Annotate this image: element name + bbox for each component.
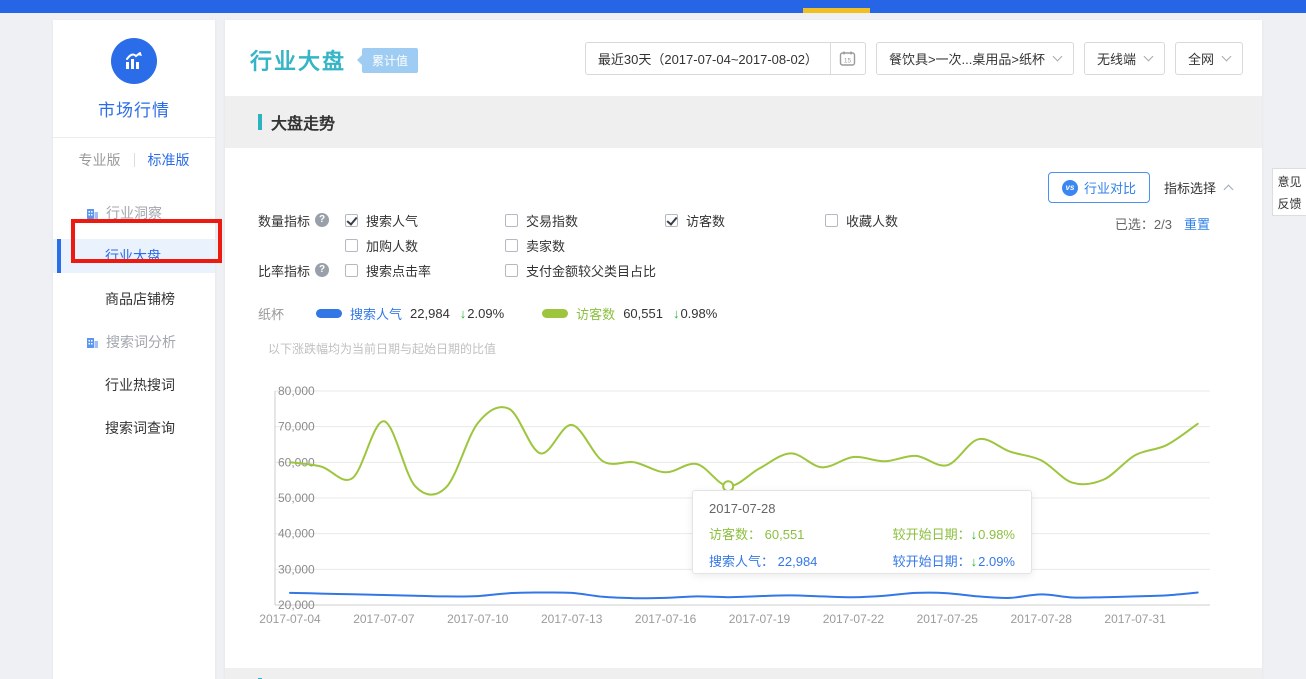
- market-chart-icon: [111, 38, 157, 84]
- svg-text:2017-07-16: 2017-07-16: [635, 612, 697, 626]
- down-arrow-icon: ↓: [460, 306, 467, 321]
- section-title-trend: 大盘走势: [271, 110, 335, 134]
- section-accent-bar: [258, 114, 262, 130]
- brand: 市场行情: [53, 20, 215, 137]
- section-title-subindustry: 子行业商品排行: [271, 674, 383, 679]
- quantity-metrics-label: 数量指标 ?: [258, 212, 345, 228]
- main-content: 行业大盘 累计值 最近30天（2017-07-04~2017-08-02） 15…: [225, 20, 1262, 679]
- checkbox[interactable]: [825, 214, 838, 227]
- legend-swatch: [316, 309, 342, 318]
- chevron-down-icon: [1222, 52, 1232, 62]
- metric-checkbox-sellers[interactable]: 卖家数: [505, 237, 665, 253]
- ratio-metrics-label: 比率指标 ?: [258, 262, 345, 278]
- chart-note: 以下涨跌幅均为当前日期与起始日期的比值: [268, 340, 496, 357]
- scope-dropdown[interactable]: 全网: [1175, 42, 1243, 75]
- sidebar: 市场行情 专业版 标准版 行业洞察 行业大盘 商品店铺榜 搜索词分析 行业热搜词…: [53, 20, 215, 679]
- svg-text:2017-07-22: 2017-07-22: [823, 612, 885, 626]
- page-title: 行业大盘: [250, 44, 346, 76]
- divider: [134, 153, 135, 167]
- metric-checkbox-search-popularity[interactable]: 搜索人气: [345, 212, 505, 228]
- svg-text:2017-07-19: 2017-07-19: [729, 612, 791, 626]
- sidebar-item-hot-search-words[interactable]: 行业热搜词: [53, 368, 215, 402]
- building-icon: [86, 336, 99, 349]
- metric-checkbox-grid: 数量指标 ? 搜索人气 交易指数 访客数 收藏人数 加购人数: [258, 212, 995, 278]
- metric-select-toggle[interactable]: 指标选择: [1164, 178, 1232, 197]
- sidebar-item-product-shop-rank[interactable]: 商品店铺榜: [53, 282, 215, 316]
- checkbox[interactable]: [345, 264, 358, 277]
- feedback-button[interactable]: 意见反馈: [1272, 168, 1306, 216]
- tooltip-date: 2017-07-28: [709, 501, 1015, 516]
- building-icon: [86, 207, 99, 220]
- trend-chart-panel: vs 行业对比 指标选择 数量指标 ? 搜索人气 交易指数: [225, 148, 1262, 668]
- svg-text:2017-07-28: 2017-07-28: [1011, 612, 1073, 626]
- selected-count: 已选：2/3: [1115, 214, 1172, 233]
- svg-text:2017-07-10: 2017-07-10: [447, 612, 509, 626]
- tab-standard-version[interactable]: 标准版: [148, 150, 190, 170]
- tab-pro-version[interactable]: 专业版: [79, 150, 121, 170]
- down-arrow-icon: ↓: [971, 527, 978, 542]
- down-arrow-icon: ↓: [673, 306, 680, 321]
- top-nav-bar: [0, 0, 1306, 13]
- sidebar-item-industry-market[interactable]: 行业大盘: [53, 239, 215, 273]
- date-range-picker[interactable]: 最近30天（2017-07-04~2017-08-02） 15: [585, 42, 866, 75]
- checkbox[interactable]: [505, 239, 518, 252]
- section-header-band: 大盘走势: [225, 96, 1262, 148]
- help-icon[interactable]: ?: [315, 213, 329, 227]
- checkbox[interactable]: [345, 239, 358, 252]
- svg-text:80,000: 80,000: [278, 384, 315, 398]
- sidebar-menu: 行业洞察 行业大盘 商品店铺榜 搜索词分析 行业热搜词 搜索词查询: [53, 182, 215, 445]
- app-title: 市场行情: [53, 96, 215, 121]
- metric-checkbox-visitors[interactable]: 访客数: [665, 212, 825, 228]
- legend-category: 纸杯: [258, 304, 284, 323]
- chart-legend: 纸杯 搜索人气 22,984 ↓ 2.09% 访客数 60,551 ↓ 0.98…: [258, 304, 755, 323]
- checkbox[interactable]: [665, 214, 678, 227]
- svg-text:20,000: 20,000: [278, 598, 315, 612]
- chevron-down-icon: [1053, 52, 1063, 62]
- chart-tooltip: 2017-07-28 访客数： 60,551 较开始日期：↓0.98% 搜索人气…: [692, 490, 1032, 574]
- checkbox[interactable]: [505, 214, 518, 227]
- menu-group-industry-insight: 行业洞察: [53, 196, 215, 230]
- svg-text:70,000: 70,000: [278, 420, 315, 434]
- svg-text:2017-07-07: 2017-07-07: [353, 612, 415, 626]
- down-arrow-icon: ↓: [971, 554, 978, 569]
- svg-text:30,000: 30,000: [278, 562, 315, 576]
- metric-checkbox-add-cart[interactable]: 加购人数: [345, 237, 505, 253]
- metric-checkbox-payment-ratio[interactable]: 支付金额较父类目占比: [505, 262, 665, 278]
- cumulative-badge: 累计值: [362, 48, 418, 73]
- svg-text:2017-07-04: 2017-07-04: [259, 612, 321, 626]
- svg-text:2017-07-31: 2017-07-31: [1104, 612, 1166, 626]
- next-section-band: 子行业商品排行: [225, 668, 1262, 679]
- svg-text:50,000: 50,000: [278, 491, 315, 505]
- checkbox[interactable]: [505, 264, 518, 277]
- calendar-icon[interactable]: 15: [831, 50, 865, 67]
- industry-compare-button[interactable]: vs 行业对比: [1048, 172, 1150, 203]
- terminal-dropdown[interactable]: 无线端: [1084, 42, 1165, 75]
- svg-text:40,000: 40,000: [278, 527, 315, 541]
- svg-text:15: 15: [844, 58, 852, 65]
- category-dropdown[interactable]: 餐饮具>一次...桌用品>纸杯: [876, 42, 1074, 75]
- chevron-up-icon: [1224, 185, 1234, 195]
- metric-checkbox-search-ctr[interactable]: 搜索点击率: [345, 262, 505, 278]
- svg-text:2017-07-13: 2017-07-13: [541, 612, 603, 626]
- menu-group-search-analysis: 搜索词分析: [53, 325, 215, 359]
- reset-link[interactable]: 重置: [1184, 214, 1210, 233]
- legend-swatch: [542, 309, 568, 318]
- svg-text:2017-07-25: 2017-07-25: [917, 612, 979, 626]
- metric-checkbox-trade-index[interactable]: 交易指数: [505, 212, 665, 228]
- legend-item-visitors[interactable]: 访客数 60,551 ↓ 0.98%: [542, 304, 717, 323]
- help-icon[interactable]: ?: [315, 263, 329, 277]
- active-nav-tab-indicator: [803, 8, 870, 13]
- sidebar-item-search-word-query[interactable]: 搜索词查询: [53, 411, 215, 445]
- vs-icon: vs: [1062, 180, 1078, 196]
- chevron-down-icon: [1144, 52, 1154, 62]
- metric-checkbox-favorites[interactable]: 收藏人数: [825, 212, 995, 228]
- page-header: 行业大盘 累计值 最近30天（2017-07-04~2017-08-02） 15…: [225, 20, 1262, 96]
- checkbox[interactable]: [345, 214, 358, 227]
- legend-item-search-popularity[interactable]: 搜索人气 22,984 ↓ 2.09%: [316, 304, 504, 323]
